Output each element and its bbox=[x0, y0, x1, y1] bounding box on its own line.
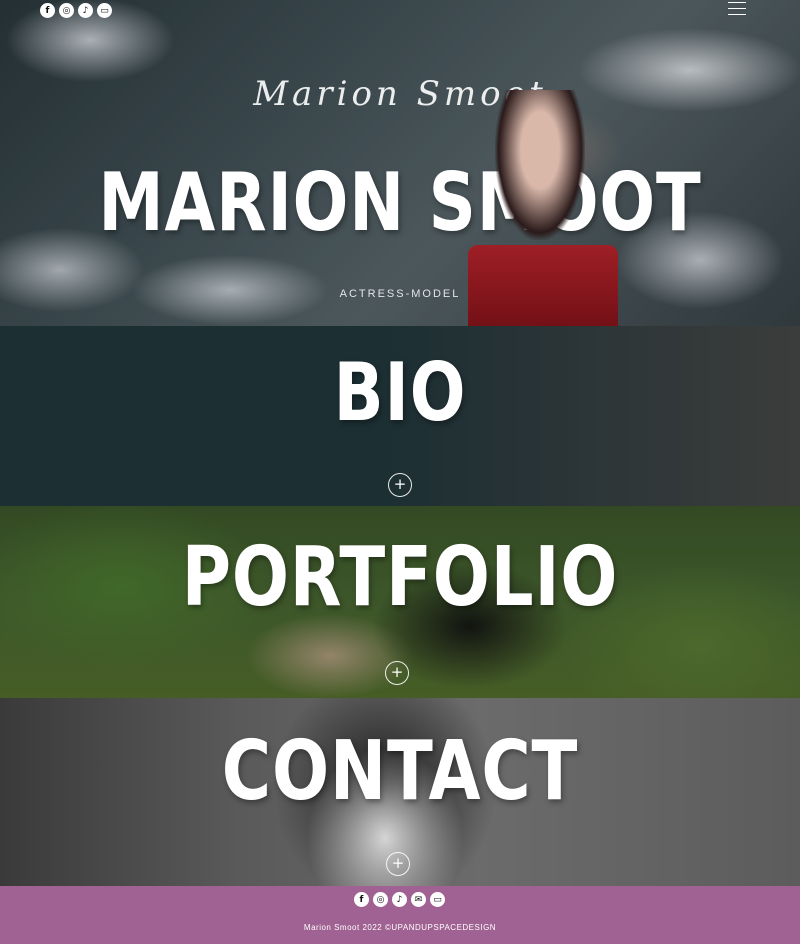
instagram-icon[interactable]: ◎ bbox=[59, 3, 74, 18]
imdb-icon[interactable]: ▭ bbox=[430, 892, 445, 907]
hero-title: MARION SMOOT bbox=[98, 156, 702, 249]
portfolio-section[interactable]: PORTFOLIO + bbox=[0, 506, 800, 698]
header-social-links: f ◎ ♪ ▭ bbox=[40, 3, 112, 18]
contact-title[interactable]: CONTACT bbox=[72, 724, 728, 819]
instagram-icon[interactable]: ◎ bbox=[373, 892, 388, 907]
facebook-icon[interactable]: f bbox=[354, 892, 369, 907]
imdb-icon[interactable]: ▭ bbox=[97, 3, 112, 18]
email-icon[interactable]: ✉ bbox=[411, 892, 426, 907]
tiktok-icon[interactable]: ♪ bbox=[78, 3, 93, 18]
contact-section[interactable]: CONTACT + bbox=[0, 698, 800, 886]
hamburger-menu-icon[interactable] bbox=[728, 2, 746, 15]
bio-expand-plus-icon[interactable]: + bbox=[388, 473, 412, 497]
hero-tagline: ACTRESS-MODEL bbox=[339, 288, 461, 300]
portfolio-expand-plus-icon[interactable]: + bbox=[385, 661, 409, 685]
copyright-text: Marion Smoot 2022 ©UPANDUPSPACEDESIGN bbox=[303, 923, 497, 932]
bio-title[interactable]: BIO bbox=[72, 346, 728, 439]
tiktok-icon[interactable]: ♪ bbox=[392, 892, 407, 907]
facebook-icon[interactable]: f bbox=[40, 3, 55, 18]
footer-social-links: f ◎ ♪ ✉ ▭ bbox=[354, 892, 445, 907]
footer: f ◎ ♪ ✉ ▭ Marion Smoot 2022 ©UPANDUPSPAC… bbox=[0, 886, 800, 944]
portfolio-title[interactable]: PORTFOLIO bbox=[72, 530, 728, 625]
script-logo: Marion Smoot bbox=[253, 74, 547, 114]
contact-expand-plus-icon[interactable]: + bbox=[386, 852, 410, 876]
hero-section: Marion Smoot MARION SMOOT ACTRESS-MODEL bbox=[0, 0, 800, 326]
bio-section[interactable]: BIO + bbox=[0, 326, 800, 506]
